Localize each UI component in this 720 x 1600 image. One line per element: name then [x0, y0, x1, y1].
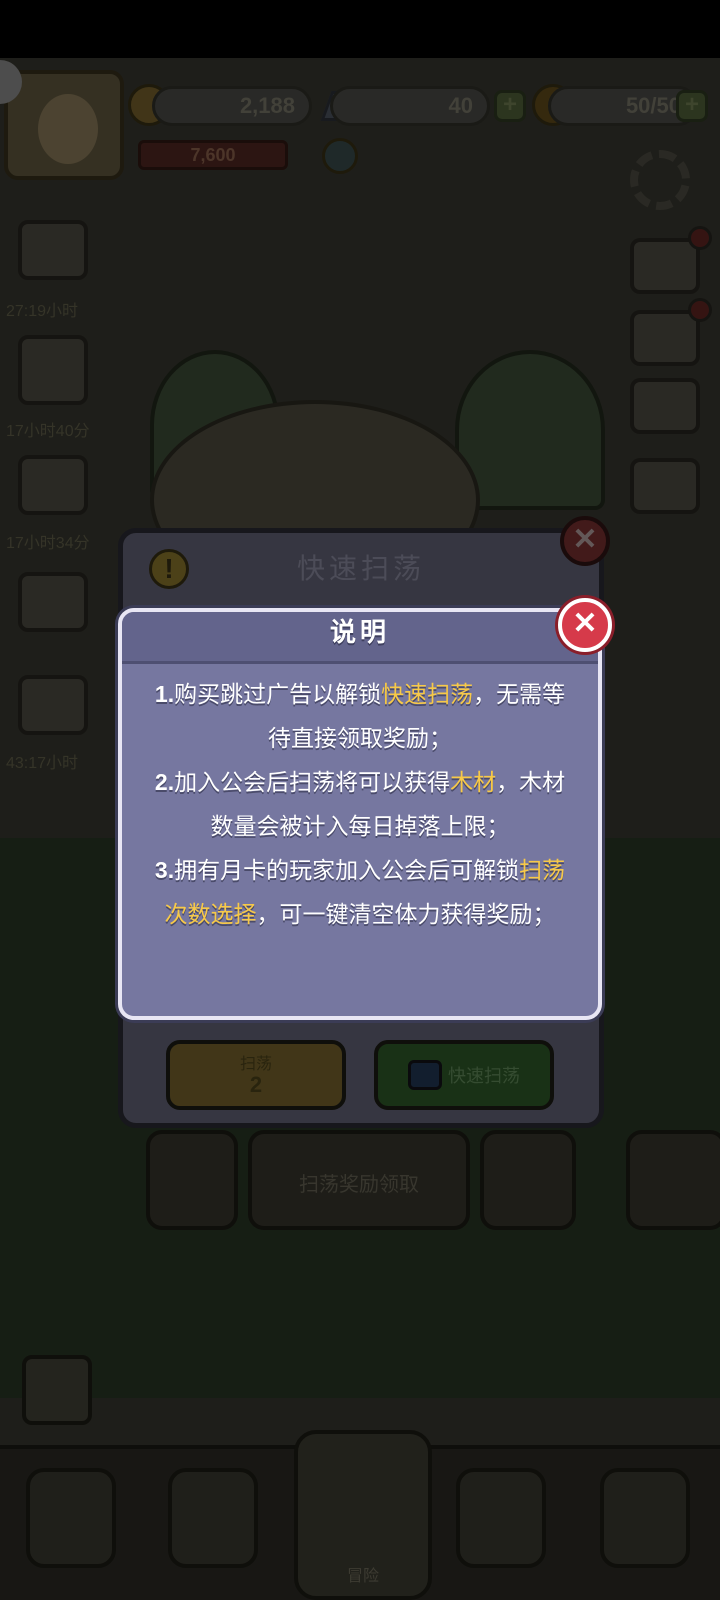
info-item-text: 拥有月卡的玩家加入公会后可解锁: [174, 857, 520, 883]
info-dialog-body: 1.购买跳过广告以解锁快速扫荡，无需等待直接领取奖励； 2.加入公会后扫荡将可以…: [144, 672, 576, 936]
info-dialog: 说明 1.购买跳过广告以解锁快速扫荡，无需等待直接领取奖励； 2.加入公会后扫荡…: [118, 608, 602, 1020]
info-item-highlight: 木材: [450, 769, 497, 795]
info-item-number: 3.: [154, 857, 175, 883]
game-screen: 2,188 40 + 50/50 + 7,600 27:19小时 17小时40分…: [0, 0, 720, 1600]
info-item-number: 1.: [154, 681, 175, 707]
info-item-2: 2.加入公会后扫荡将可以获得木材，木材数量会被计入每日掉落上限；: [144, 760, 576, 848]
info-item-1: 1.购买跳过广告以解锁快速扫荡，无需等待直接领取奖励；: [144, 672, 576, 760]
info-item-text: 购买跳过广告以解锁: [174, 681, 382, 707]
info-item-text: ，可一键清空体力获得奖励；: [256, 901, 556, 927]
info-item-3: 3.拥有月卡的玩家加入公会后可解锁扫荡次数选择，可一键清空体力获得奖励；: [144, 848, 576, 936]
info-dialog-title: 说明: [329, 617, 390, 647]
info-item-text: 加入公会后扫荡将可以获得: [174, 769, 451, 795]
info-item-highlight: 快速扫荡: [381, 681, 474, 707]
info-item-number: 2.: [154, 769, 175, 795]
info-dialog-close-button[interactable]: ✕: [558, 598, 612, 652]
